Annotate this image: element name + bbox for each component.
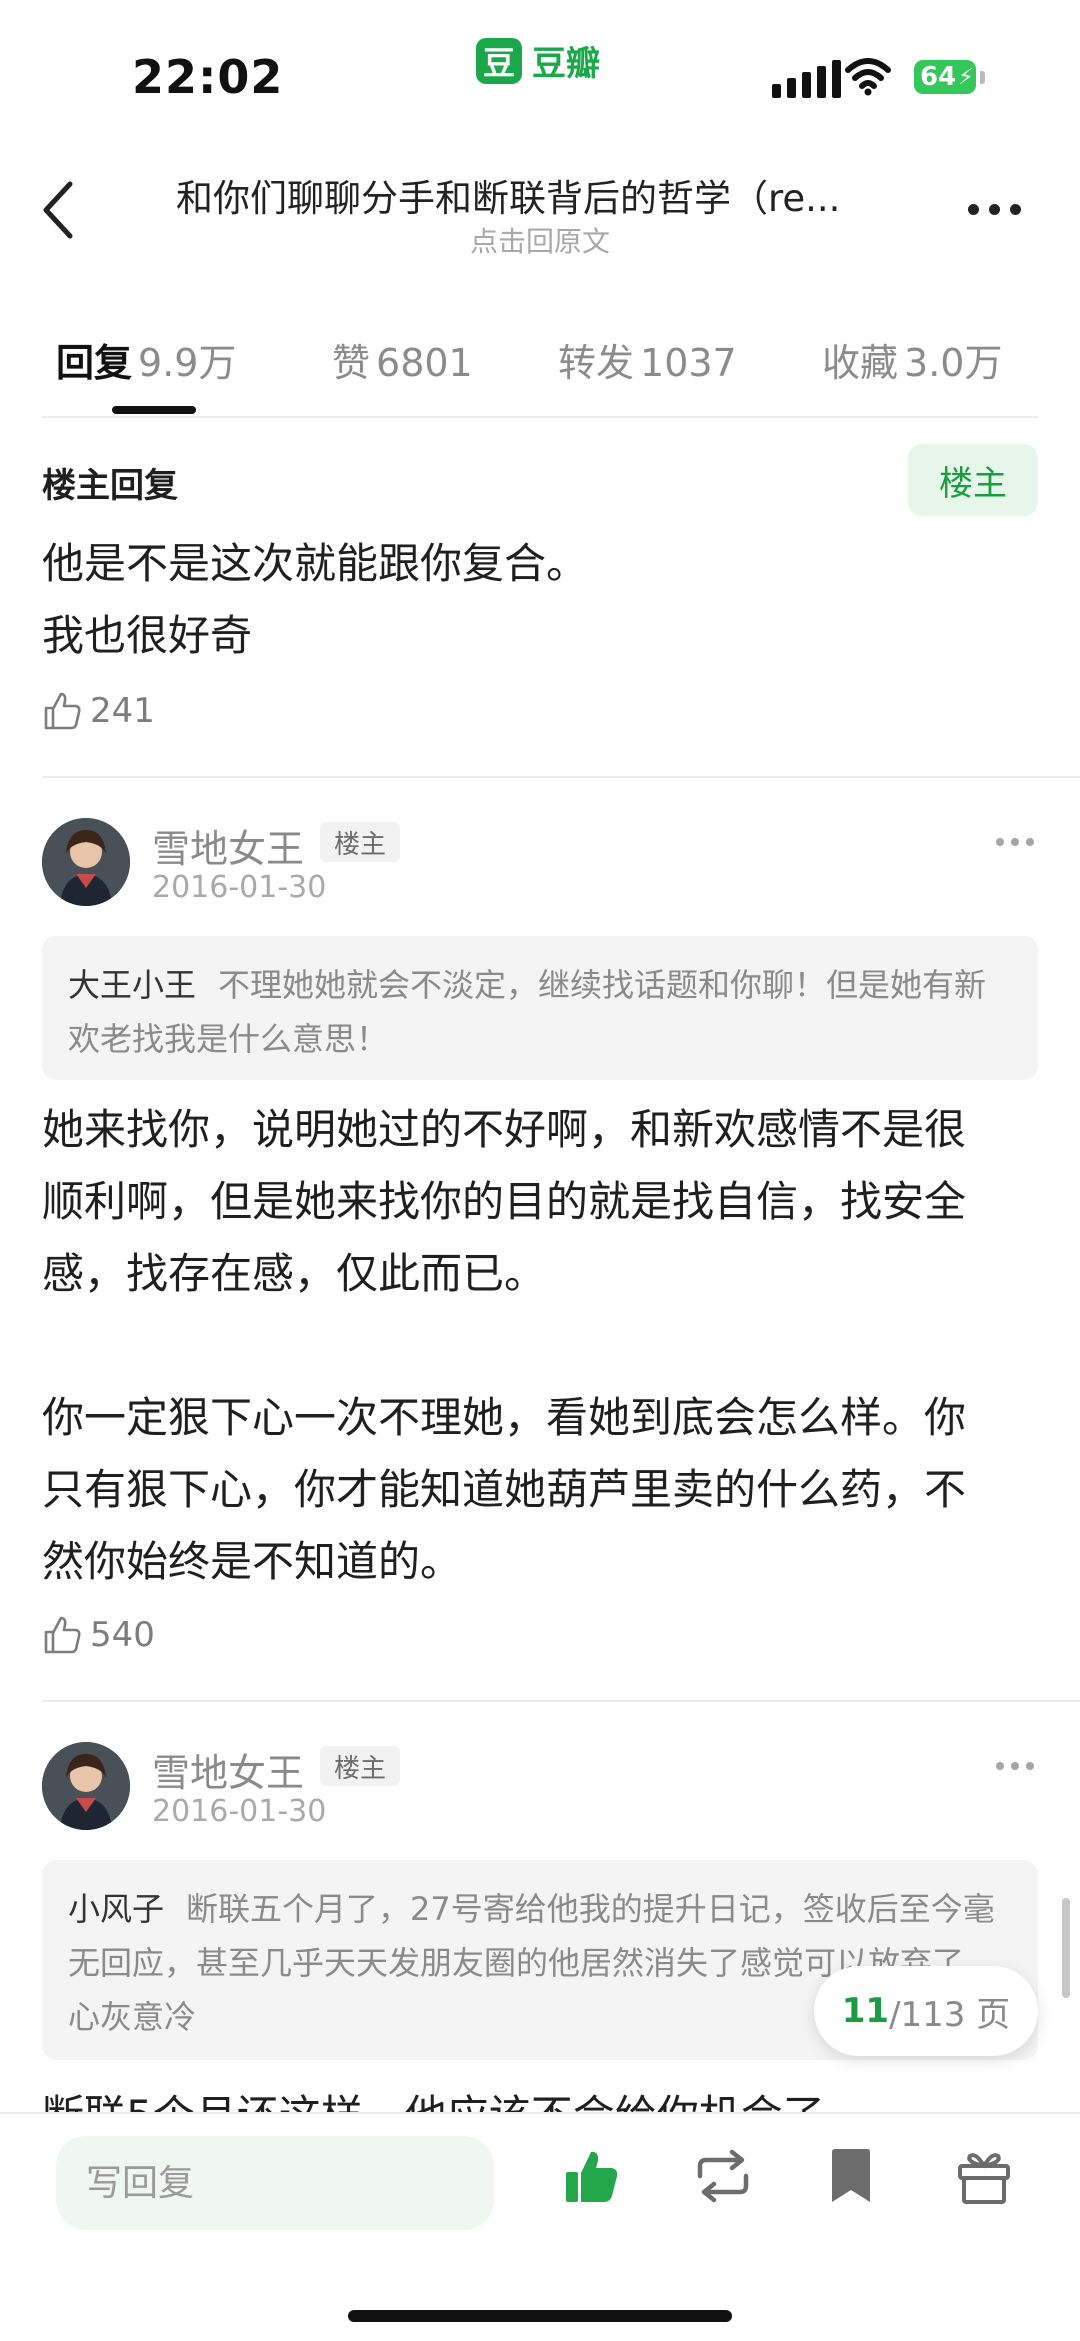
douban-logo-icon: 豆 — [476, 37, 522, 84]
text-line: 断联5个月还这样，他应该不会给你机会了 — [42, 2080, 1038, 2114]
tab-count: 6801 — [376, 341, 473, 385]
app-name: 豆瓣 — [532, 44, 600, 84]
text-line: 只有狠下心，你才能知道她葫芦里卖的什么药，不 — [42, 1465, 967, 1514]
repost-icon[interactable] — [692, 2146, 754, 2206]
avatar-image — [42, 818, 130, 906]
avatar[interactable] — [42, 1742, 130, 1830]
username[interactable]: 雪地女王 — [152, 1742, 304, 1797]
like-button[interactable]: 241 — [42, 690, 155, 732]
scrollbar[interactable] — [1062, 1898, 1070, 1998]
active-tab-indicator — [112, 406, 196, 414]
thumb-up-icon — [44, 1616, 81, 1654]
total-pages: /113 页 — [889, 1994, 1011, 2035]
tab-collections[interactable]: 收藏 3.0万 — [822, 332, 1002, 387]
tab-likes[interactable]: 赞 6801 — [332, 332, 473, 387]
tab-label: 赞 — [332, 341, 371, 385]
comment-body: 她来找你，说明她过的不好啊，和新欢感情不是很 顺利啊，但是她来找你的目的就是找自… — [42, 1094, 1038, 1598]
divider — [42, 1700, 1080, 1702]
battery-cap — [980, 71, 985, 84]
tab-label: 收藏 — [822, 341, 899, 385]
text-line: 然你始终是不知道的。 — [42, 1537, 463, 1586]
status-bar: 22:02 豆 豆瓣 64 ⚡ — [0, 0, 1080, 140]
tab-count: 9.9万 — [138, 341, 237, 385]
owner-reply-text: 他是不是这次就能跟你复合。 我也很好奇 — [42, 528, 1038, 672]
bottom-bar — [0, 2112, 1080, 2341]
wifi-icon — [845, 58, 891, 96]
quoted-text: 不理她她就会不淡定，继续找话题和你聊！但是她有新欢老找我是什么意思！ — [68, 966, 987, 1058]
gift-icon[interactable] — [954, 2146, 1014, 2206]
quoted-user: 大王小王 — [68, 966, 197, 1004]
op-tag: 楼主 — [320, 1746, 400, 1786]
username[interactable]: 雪地女王 — [152, 818, 304, 873]
tab-bar: 回复 9.9万 赞 6801 转发 1037 收藏 3.0万 — [42, 320, 1038, 418]
text-line: 你一定狠下心一次不理她，看她到底会怎么样。你 — [42, 1393, 967, 1442]
text-line: 我也很好奇 — [42, 611, 253, 660]
signal-icon — [772, 60, 841, 98]
text-line: 她来找你，说明她过的不好啊，和新欢感情不是很 — [42, 1105, 967, 1154]
page-indicator[interactable]: 11/113 页 — [814, 1966, 1038, 2056]
more-icon[interactable] — [996, 838, 1034, 846]
bookmark-icon[interactable] — [826, 2146, 876, 2206]
comment-body-clipped: 断联5个月还这样，他应该不会给你机会了 — [42, 2080, 1038, 2114]
thumb-up-icon — [44, 692, 81, 730]
text-line — [42, 1310, 1038, 1382]
owner-reply-label: 楼主回复 — [42, 466, 178, 506]
tab-count: 3.0万 — [904, 341, 1003, 385]
tab-reposts[interactable]: 转发 1037 — [558, 332, 737, 387]
tab-label: 回复 — [56, 341, 133, 385]
comment-date: 2016-01-30 — [152, 870, 327, 905]
tab-replies[interactable]: 回复 9.9万 — [56, 332, 236, 387]
avatar-image — [42, 1742, 130, 1830]
battery-level: 64 — [920, 62, 957, 92]
like-count: 540 — [90, 1615, 155, 1655]
tab-count: 1037 — [640, 341, 737, 385]
text-line: 顺利啊，但是她来找你的目的就是找自信，找安全 — [42, 1177, 967, 1226]
op-tag: 楼主 — [320, 822, 400, 862]
thumb-up-icon[interactable] — [562, 2146, 622, 2206]
battery-icon: 64 ⚡ — [914, 60, 976, 94]
text-line: 他是不是这次就能跟你复合。 — [42, 539, 589, 588]
top-nav: 和你们聊聊分手和断联背后的哲学（re... 点击回原文 — [0, 150, 1080, 270]
status-time: 22:02 — [132, 50, 284, 104]
app-badge: 豆 豆瓣 — [476, 36, 600, 85]
back-to-original-link[interactable]: 点击回原文 — [0, 220, 1080, 260]
like-count: 241 — [90, 691, 155, 731]
post-title[interactable]: 和你们聊聊分手和断联背后的哲学（re... — [176, 168, 916, 222]
tab-label: 转发 — [558, 341, 635, 385]
more-icon[interactable] — [968, 204, 1021, 215]
quoted-reply[interactable]: 大王小王 不理她她就会不淡定，继续找话题和你聊！但是她有新欢老找我是什么意思！ — [42, 936, 1038, 1080]
home-indicator — [348, 2310, 732, 2322]
divider — [42, 776, 1080, 778]
more-icon[interactable] — [996, 1762, 1034, 1770]
like-button[interactable]: 540 — [42, 1614, 155, 1656]
comment-date: 2016-01-30 — [152, 1794, 327, 1829]
current-page: 11 — [841, 1991, 890, 2031]
avatar[interactable] — [42, 818, 130, 906]
quoted-user: 小风子 — [68, 1890, 165, 1928]
text-line: 感，找存在感，仅此而已。 — [42, 1249, 547, 1298]
reply-input[interactable] — [56, 2136, 494, 2230]
owner-filter-chip[interactable]: 楼主 — [908, 444, 1038, 516]
